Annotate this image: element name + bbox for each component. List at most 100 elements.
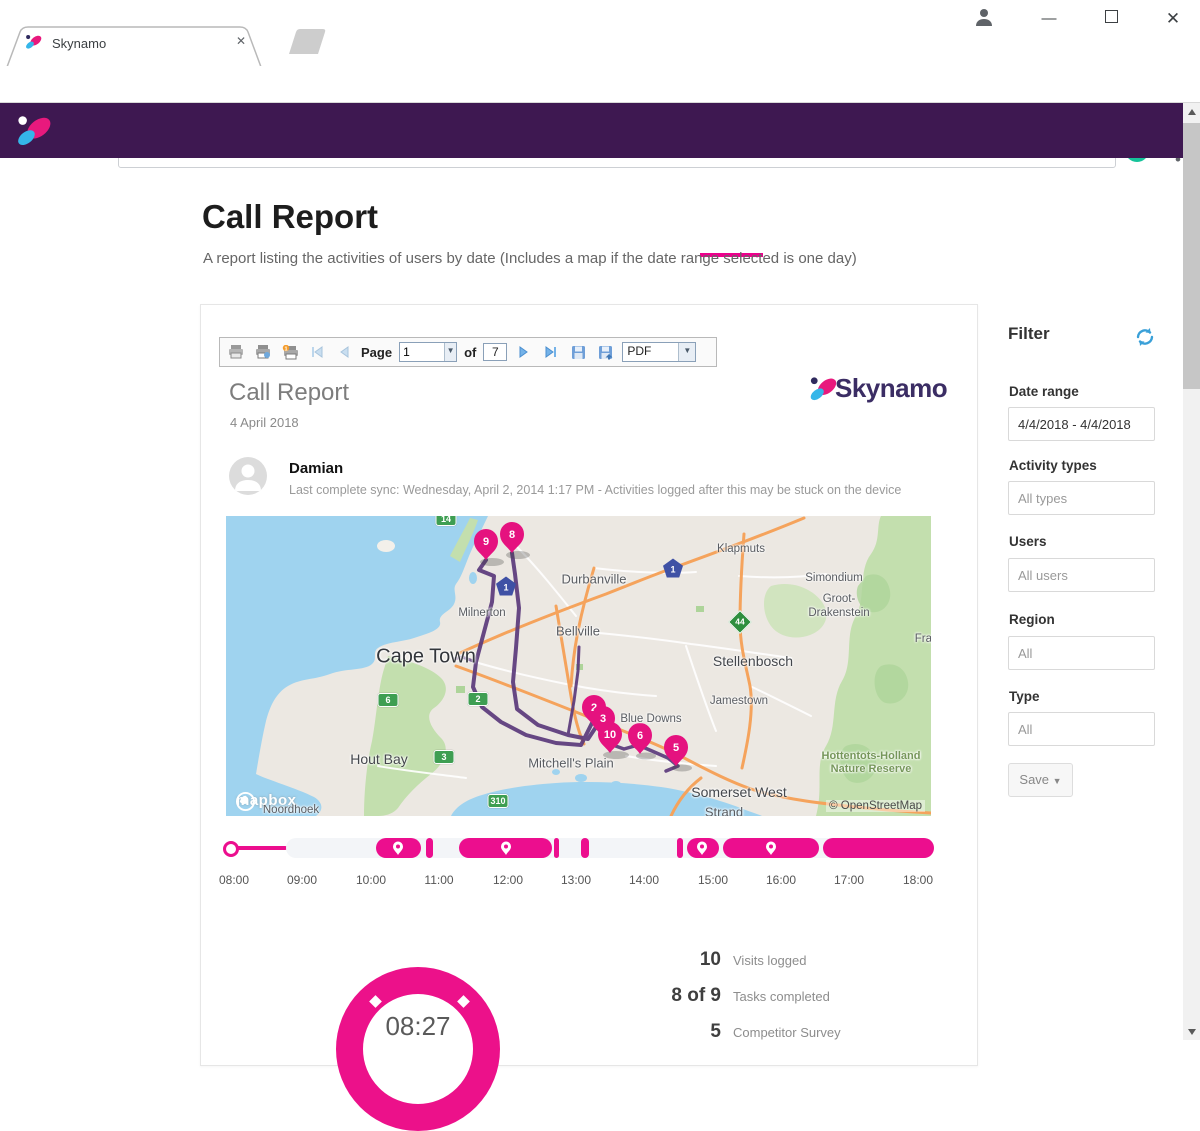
duration-value: 08:27 [385, 1011, 451, 1041]
refresh-icon[interactable] [1134, 326, 1156, 348]
mapbox-logo-icon [236, 792, 255, 811]
timeline-segment[interactable] [823, 838, 934, 858]
timeline-tick-label: 10:00 [355, 873, 387, 887]
timeline-segment[interactable] [376, 838, 421, 858]
scroll-up-icon[interactable] [1188, 109, 1196, 115]
filter-input-date-range[interactable] [1008, 407, 1155, 441]
browser-toolbar: ← → ⟳ Secure | https://stationery.myhone… [0, 66, 1200, 168]
previous-page-icon[interactable] [334, 343, 354, 361]
skynamo-wordmark: Skynamo [835, 373, 948, 403]
total-pages: 7 [483, 343, 508, 361]
last-page-icon[interactable] [541, 343, 561, 361]
browser-titlebar: — ✕ Skynamo ✕ [0, 0, 1200, 67]
report-title: Call Report [229, 379, 350, 406]
filter-title: Filter [1008, 324, 1050, 343]
next-page-icon[interactable] [514, 343, 534, 361]
chevron-down-icon: ▼ [820, 228, 830, 239]
filter-input-type[interactable] [1008, 712, 1155, 746]
save-report-icon[interactable] [568, 343, 588, 361]
print-icon[interactable] [226, 343, 246, 361]
svg-text:9: 9 [483, 536, 489, 548]
route-map[interactable]: 9 8 2 3 6 10 5 Durbanville Milnerton Bellville Ca… [226, 516, 931, 816]
timeline-segment[interactable] [677, 838, 683, 858]
timeline-segment[interactable] [581, 838, 589, 858]
timeline-tick-label: 16:00 [765, 873, 797, 887]
timeline-segment[interactable] [723, 838, 819, 858]
timeline-tick-label: 13:00 [560, 873, 592, 887]
print-preview-icon[interactable] [253, 343, 273, 361]
settings-gear-icon[interactable]: ⚙ [1018, 223, 1035, 246]
minimize-button[interactable]: — [1034, 6, 1064, 32]
svg-text:8: 8 [509, 529, 515, 541]
report-card: 1 Page ▼ of 7 PDF ▼ Call Report 4 April 2… [200, 304, 978, 1131]
timeline-pin-icon [766, 841, 777, 860]
tab-title: Skynamo [52, 36, 107, 51]
svg-text:1: 1 [284, 346, 287, 352]
timeline-segment[interactable] [554, 838, 559, 858]
mapbox-logo[interactable]: mapbox [236, 792, 297, 811]
page-label: Page [361, 344, 393, 360]
activity-timeline: 08:00 09:00 10:00 11:00 12:00 13:00 14:00 15:00… [219, 833, 938, 895]
map-attribution[interactable]: © OpenStreetMap [826, 800, 925, 812]
combo-arrow-icon[interactable]: ▼ [444, 343, 457, 361]
timeline-pin-icon [501, 841, 512, 860]
stat-label: Tasks completed [733, 989, 830, 1004]
report-date: 4 April 2018 [230, 415, 299, 430]
road-shield-14: 14 [435, 516, 457, 526]
filter-label-activity-types: Activity types [1009, 458, 1097, 473]
maximize-button[interactable] [1096, 6, 1126, 32]
nav-item-dashboard[interactable]: Dashboard [76, 206, 178, 261]
filter-label-type: Type [1009, 689, 1040, 704]
export-format-select[interactable]: PDF ▼ [622, 342, 697, 362]
page-subtitle: A report listing the activities of users… [203, 250, 857, 267]
duration-donut [336, 967, 500, 1131]
filter-input-region[interactable] [1008, 636, 1155, 670]
combo-arrow-icon[interactable]: ▼ [678, 343, 696, 361]
timeline-tick-label: 11:00 [424, 873, 454, 887]
stat-value: 10 [699, 949, 721, 970]
profile-icon[interactable] [972, 5, 996, 29]
timeline-pin-icon [697, 841, 708, 860]
stat-label: Competitor Survey [733, 1025, 841, 1040]
chevron-down-icon: ▼ [1052, 776, 1062, 786]
timeline-track [286, 838, 934, 858]
report-sync-message: Last complete sync: Wednesday, April 2, … [289, 483, 902, 497]
svg-text:6: 6 [637, 730, 643, 742]
app-navbar: Dashboard Timeline Calendar Products Custome… [0, 103, 1200, 257]
timeline-tick-label: 14:00 [628, 873, 660, 887]
export-format-value: PDF [627, 344, 652, 358]
filter-input-users[interactable] [1008, 558, 1155, 592]
page-scrollbar[interactable] [1183, 103, 1200, 1040]
tab-close-icon[interactable]: ✕ [236, 34, 246, 48]
scroll-down-icon[interactable] [1188, 1029, 1196, 1035]
new-tab-button[interactable] [282, 29, 330, 55]
timeline-tick-label: 15:00 [697, 873, 729, 887]
timeline-segment[interactable] [426, 838, 433, 858]
timeline-segment[interactable] [459, 838, 552, 858]
export-report-icon[interactable] [595, 343, 615, 361]
stat-row: 10 Visits logged [601, 949, 921, 973]
page-number-input[interactable] [400, 343, 445, 361]
filter-label-date-range: Date range [1009, 384, 1079, 399]
save-button[interactable]: Save ▼ [1008, 763, 1073, 797]
page-setup-icon[interactable]: 1 [280, 343, 300, 361]
scrollbar-thumb[interactable] [1183, 123, 1200, 389]
filter-input-activity-types[interactable] [1008, 481, 1155, 515]
svg-text:10: 10 [604, 729, 616, 741]
browser-tab[interactable] [6, 26, 262, 67]
timeline-segment[interactable] [687, 838, 719, 858]
filter-label-users: Users [1009, 534, 1047, 549]
user-menu[interactable]: ▼ Elana [1118, 229, 1167, 244]
first-page-icon[interactable] [307, 343, 327, 361]
timeline-tick-label: 08:00 [218, 873, 250, 887]
page-title: Call Report [202, 198, 379, 235]
stat-row: 5 Competitor Survey [601, 1021, 921, 1045]
skynamo-logo-icon[interactable] [14, 112, 56, 150]
page-number-combo[interactable]: ▼ [399, 342, 458, 362]
skynamo-brand: Skynamo [807, 373, 948, 404]
skynamo-favicon-icon [26, 35, 42, 49]
close-window-button[interactable]: ✕ [1158, 6, 1188, 32]
timeline-start-line [237, 846, 287, 850]
announcement-voice-icon[interactable] [1064, 225, 1088, 245]
timeline-tick-label: 18:00 [902, 873, 934, 887]
